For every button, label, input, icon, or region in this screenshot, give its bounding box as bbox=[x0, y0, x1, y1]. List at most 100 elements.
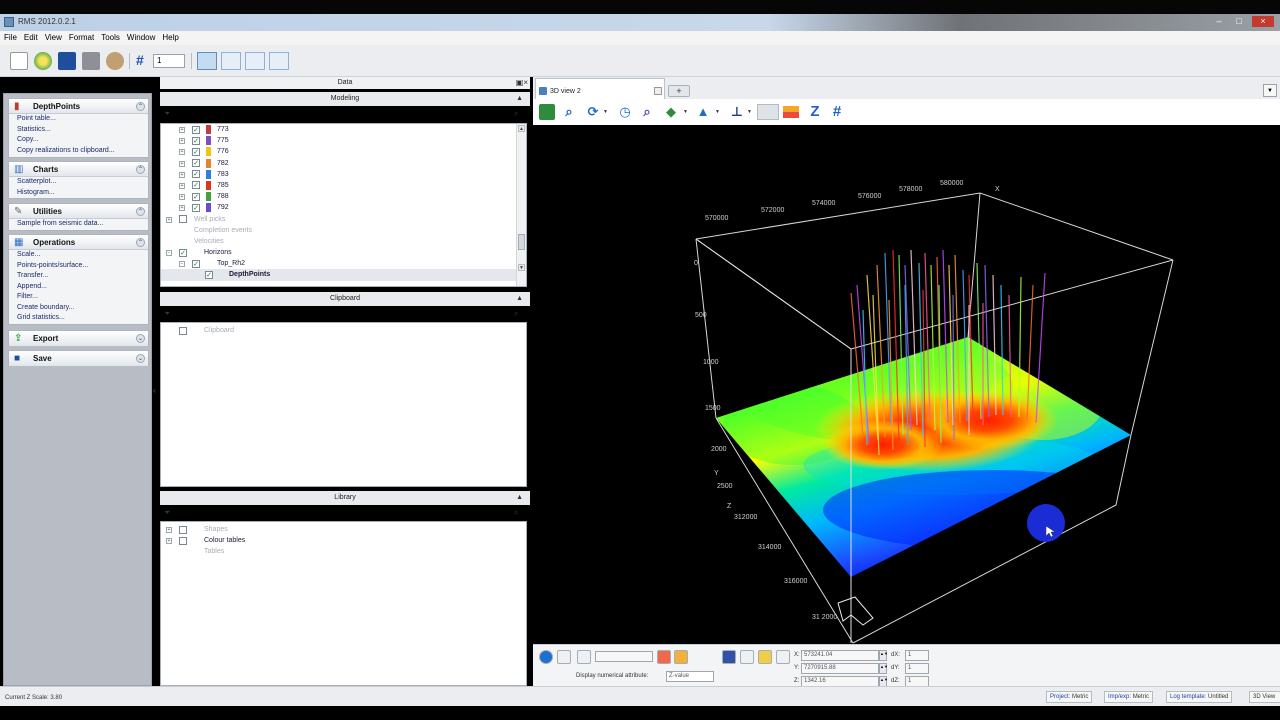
tree-row-well[interactable]: + ✓ 775 bbox=[161, 135, 526, 146]
expand-icon[interactable]: + bbox=[166, 527, 172, 533]
checkbox[interactable] bbox=[179, 326, 187, 335]
task-append[interactable]: Append... bbox=[9, 282, 148, 293]
task-histogram[interactable]: Histogram... bbox=[9, 188, 148, 199]
tree-row-shapes[interactable]: + Shapes bbox=[161, 524, 526, 535]
search-icon[interactable]: ⌕ bbox=[514, 109, 518, 119]
add-tab-button[interactable]: + bbox=[668, 85, 690, 97]
checkbox[interactable]: ✓ bbox=[192, 170, 200, 179]
filter-icon[interactable]: ⏷ bbox=[164, 508, 170, 518]
checkbox[interactable]: ✓ bbox=[192, 203, 200, 212]
modeling-section-header[interactable]: Modeling ▲ bbox=[160, 92, 530, 106]
clipboard-section-header[interactable]: Clipboard ▲ bbox=[160, 292, 530, 306]
close-button[interactable]: × bbox=[1252, 16, 1274, 27]
checkbox[interactable]: ✓ bbox=[192, 136, 200, 145]
task-copy-realizations[interactable]: Copy realizations to clipboard... bbox=[9, 146, 148, 157]
tree-row-well-picks[interactable]: + Well picks bbox=[161, 214, 526, 225]
zscale-spinbox[interactable]: 1 bbox=[153, 54, 185, 68]
task-statistics[interactable]: Statistics... bbox=[9, 125, 148, 136]
checkbox[interactable]: ✓ bbox=[192, 159, 200, 168]
task-point-table[interactable]: Point table... bbox=[9, 114, 148, 125]
colour-table-icon[interactable] bbox=[783, 106, 799, 118]
dx-field[interactable]: 1 bbox=[905, 650, 929, 661]
expand-icon[interactable]: + bbox=[179, 205, 185, 212]
tree-row-clipboard[interactable]: Clipboard bbox=[161, 325, 526, 336]
project-status[interactable]: Project: Metric bbox=[1046, 691, 1093, 703]
select-tool-icon[interactable] bbox=[539, 104, 555, 120]
layout-split-button[interactable] bbox=[221, 52, 241, 70]
dy-field[interactable]: 1 bbox=[905, 663, 929, 674]
library-section-header[interactable]: Library ▲ bbox=[160, 491, 530, 505]
collapse-icon[interactable]: − bbox=[179, 261, 185, 268]
tree-row-well[interactable]: + ✓ 773 bbox=[161, 124, 526, 135]
attribute-select[interactable]: Z-value bbox=[666, 671, 714, 682]
print-icon[interactable] bbox=[82, 52, 100, 70]
z-scale-icon[interactable]: Z bbox=[807, 104, 823, 120]
tree-row-well[interactable]: + ✓ 776 bbox=[161, 146, 526, 157]
checkbox[interactable]: ✓ bbox=[205, 270, 213, 279]
collapse-up-icon[interactable]: ▲ bbox=[516, 92, 523, 106]
y-spinner[interactable]: ▲▼ bbox=[879, 663, 888, 674]
filter-icon[interactable]: ⏷ bbox=[164, 309, 170, 319]
task-create-boundary[interactable]: Create boundary... bbox=[9, 303, 148, 314]
minimize-button[interactable]: – bbox=[1212, 16, 1226, 27]
reset-view-icon[interactable]: ◷ bbox=[617, 104, 633, 120]
hash-icon[interactable]: # bbox=[136, 52, 144, 68]
zoom-icon[interactable]: ⌕ bbox=[561, 104, 577, 120]
clear-icon[interactable] bbox=[657, 650, 671, 664]
clip-icon[interactable]: ⊥ bbox=[729, 104, 745, 120]
info-icon[interactable] bbox=[539, 650, 553, 664]
task-scatterplot[interactable]: Scatterplot... bbox=[9, 177, 148, 188]
layout-single-button[interactable] bbox=[197, 52, 217, 70]
menu-format[interactable]: Format bbox=[65, 31, 97, 42]
collapse-up-icon[interactable]: ▲ bbox=[516, 491, 523, 505]
task-transfer[interactable]: Transfer... bbox=[9, 271, 148, 282]
search-icon[interactable]: ⌕ bbox=[514, 508, 518, 518]
pin-icon[interactable]: ▣× bbox=[516, 78, 528, 87]
camera-icon[interactable]: ◆ bbox=[663, 104, 679, 120]
scroll-thumb[interactable] bbox=[518, 234, 525, 250]
expand-icon[interactable]: ⌄ bbox=[136, 334, 145, 343]
menu-window[interactable]: Window bbox=[123, 31, 158, 42]
pick-icon[interactable] bbox=[557, 650, 571, 664]
tree-row-tables[interactable]: Tables bbox=[161, 546, 526, 557]
light-icon[interactable] bbox=[758, 650, 772, 664]
maximize-button[interactable]: □ bbox=[1232, 16, 1246, 27]
checkbox[interactable]: ✓ bbox=[192, 147, 200, 156]
checkbox[interactable] bbox=[179, 215, 187, 223]
expand-icon[interactable]: + bbox=[179, 138, 185, 145]
log-template-status[interactable]: Log template: Untitled bbox=[1166, 691, 1233, 703]
tree-row-horizons[interactable]: − ✓ Horizons bbox=[161, 247, 526, 258]
settings-icon[interactable] bbox=[776, 650, 790, 664]
y-field[interactable]: 7270915.88 bbox=[801, 663, 879, 674]
task-group-header[interactable]: ■ Save ⌄ bbox=[9, 351, 148, 366]
x-field[interactable]: 573241.04 bbox=[801, 650, 879, 661]
collapse-icon[interactable]: ⌃ bbox=[136, 238, 145, 247]
job-icon[interactable] bbox=[106, 52, 124, 70]
dropdown-arrow-icon[interactable]: ▼ bbox=[715, 109, 720, 115]
checkbox[interactable]: ✓ bbox=[192, 192, 200, 201]
pick-field[interactable] bbox=[595, 651, 653, 662]
task-group-header[interactable]: ⇪ Export ⌄ bbox=[9, 331, 148, 346]
scroll-down-icon[interactable]: ▼ bbox=[518, 264, 525, 271]
impexp-status[interactable]: Imp/exp: Metric bbox=[1104, 691, 1154, 703]
camera-icon[interactable] bbox=[722, 650, 736, 664]
tab-close-icon[interactable] bbox=[654, 87, 662, 95]
expand-icon[interactable]: + bbox=[179, 149, 185, 156]
new-project-icon[interactable] bbox=[10, 52, 28, 70]
menu-view[interactable]: View bbox=[41, 31, 65, 42]
tree-row-completion-events[interactable]: Completion events bbox=[161, 225, 526, 236]
expand-icon[interactable]: + bbox=[179, 171, 185, 178]
checkbox[interactable] bbox=[179, 525, 187, 534]
3d-viewport[interactable]: 570000 572000 574000 576000 578000 58000… bbox=[533, 125, 1280, 644]
checkbox[interactable]: ✓ bbox=[192, 125, 200, 134]
expand-icon[interactable]: + bbox=[166, 538, 172, 545]
expand-icon[interactable]: + bbox=[166, 216, 172, 223]
measure-icon[interactable]: ⌕ bbox=[639, 104, 655, 120]
view-tab-3d-view-2[interactable]: 3D view 2 bbox=[535, 78, 665, 100]
task-filter[interactable]: Filter... bbox=[9, 292, 148, 303]
collapse-icon[interactable]: ⌃ bbox=[136, 102, 145, 111]
rotate-icon[interactable]: ⟳ bbox=[585, 104, 601, 120]
task-scale[interactable]: Scale... bbox=[9, 250, 148, 261]
expand-icon[interactable]: + bbox=[179, 182, 185, 189]
3d-scene[interactable]: 570000 572000 574000 576000 578000 58000… bbox=[533, 125, 1280, 644]
